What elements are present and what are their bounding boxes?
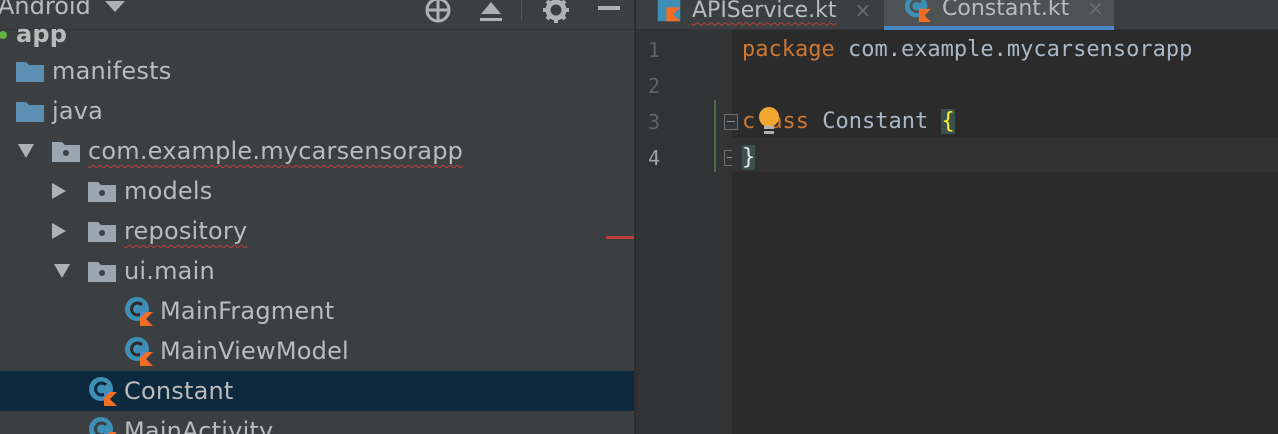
tree-label: MainViewModel xyxy=(160,337,349,365)
keyword-class-start: c xyxy=(742,109,756,134)
collapse-arrow-icon[interactable] xyxy=(52,183,66,199)
expand-arrow-icon[interactable] xyxy=(18,144,34,158)
code-line-4: } xyxy=(742,140,756,176)
line-number: 3 xyxy=(647,110,660,134)
class-name: Constant xyxy=(809,109,942,134)
folder-icon xyxy=(16,62,44,82)
package-folder-icon xyxy=(88,262,116,282)
code-editor: APIService.kt × Constant.kt × 1 2 3 4 pa… xyxy=(636,0,1278,434)
tree-label: java xyxy=(52,97,104,125)
package-name: com.example.mycarsensorapp xyxy=(834,37,1193,62)
expand-arrow-icon[interactable] xyxy=(54,264,70,278)
package-folder-icon xyxy=(88,222,116,242)
tree-item-ui-main[interactable]: ui.main xyxy=(0,251,634,291)
error-stripe-marker[interactable] xyxy=(606,236,634,239)
keyword-package: package xyxy=(742,37,835,62)
tree-item-mainviewmodel[interactable]: MainViewModel xyxy=(0,331,634,371)
kotlin-class-icon xyxy=(125,337,153,366)
kotlin-class-icon xyxy=(125,297,153,326)
project-tool-window: Android app manifests java com.example.m… xyxy=(0,0,634,434)
tree-label: MainFragment xyxy=(160,297,335,325)
tree-label: MainActivity xyxy=(124,417,274,434)
kotlin-class-icon xyxy=(89,417,117,434)
module-dot-icon xyxy=(0,31,7,39)
package-folder-icon xyxy=(88,182,116,202)
tab-label: APIService.kt xyxy=(692,0,837,23)
close-icon[interactable]: × xyxy=(1087,0,1104,20)
tab-label: Constant.kt xyxy=(942,0,1070,21)
tab-constant[interactable]: Constant.kt × xyxy=(884,0,1114,30)
package-folder-icon xyxy=(52,142,80,162)
kotlin-class-icon xyxy=(904,0,932,22)
close-brace: } xyxy=(742,145,756,170)
editor-gutter[interactable]: 1 2 3 4 xyxy=(636,30,732,434)
tree-item-constant[interactable]: Constant xyxy=(0,371,634,411)
kotlin-class-icon xyxy=(89,377,117,406)
tab-apiservice[interactable]: APIService.kt × xyxy=(636,0,886,30)
tree-label: com.example.mycarsensorapp xyxy=(88,137,464,165)
line-number: 1 xyxy=(647,38,660,62)
tree-item-java[interactable]: java xyxy=(0,91,634,131)
tree-item-package-root[interactable]: com.example.mycarsensorapp xyxy=(0,131,634,171)
close-icon[interactable]: × xyxy=(854,0,871,22)
fold-start-icon[interactable] xyxy=(724,114,738,130)
collapse-arrow-icon[interactable] xyxy=(52,223,66,239)
folder-icon xyxy=(16,102,44,122)
tree-label: Constant xyxy=(124,377,234,405)
tree-item-models[interactable]: models xyxy=(0,171,634,211)
vcs-change-marker[interactable] xyxy=(714,100,716,172)
chevron-down-icon xyxy=(104,0,125,12)
line-number: 4 xyxy=(647,146,660,170)
editor-tab-bar: APIService.kt × Constant.kt × xyxy=(636,0,1278,30)
caret-row-highlight xyxy=(732,138,1278,172)
tree-label: ui.main xyxy=(124,257,215,285)
code-line-1: package com.example.mycarsensorapp xyxy=(742,32,1192,68)
tree-label: manifests xyxy=(52,57,172,85)
kotlin-file-icon xyxy=(657,0,681,22)
intention-bulb-icon[interactable] xyxy=(756,106,782,138)
tree-label: repository xyxy=(124,217,248,245)
tree-item-mainfragment[interactable]: MainFragment xyxy=(0,291,634,331)
tree-item-app[interactable]: app xyxy=(0,14,634,54)
open-brace: { xyxy=(941,109,955,134)
tree-label: app xyxy=(16,20,68,48)
tree-label: models xyxy=(124,177,213,205)
tree-item-mainactivity[interactable]: MainActivity xyxy=(0,411,634,434)
tree-item-manifests[interactable]: manifests xyxy=(0,51,634,91)
line-number: 2 xyxy=(647,74,660,98)
tree-item-repository[interactable]: repository xyxy=(0,211,634,251)
